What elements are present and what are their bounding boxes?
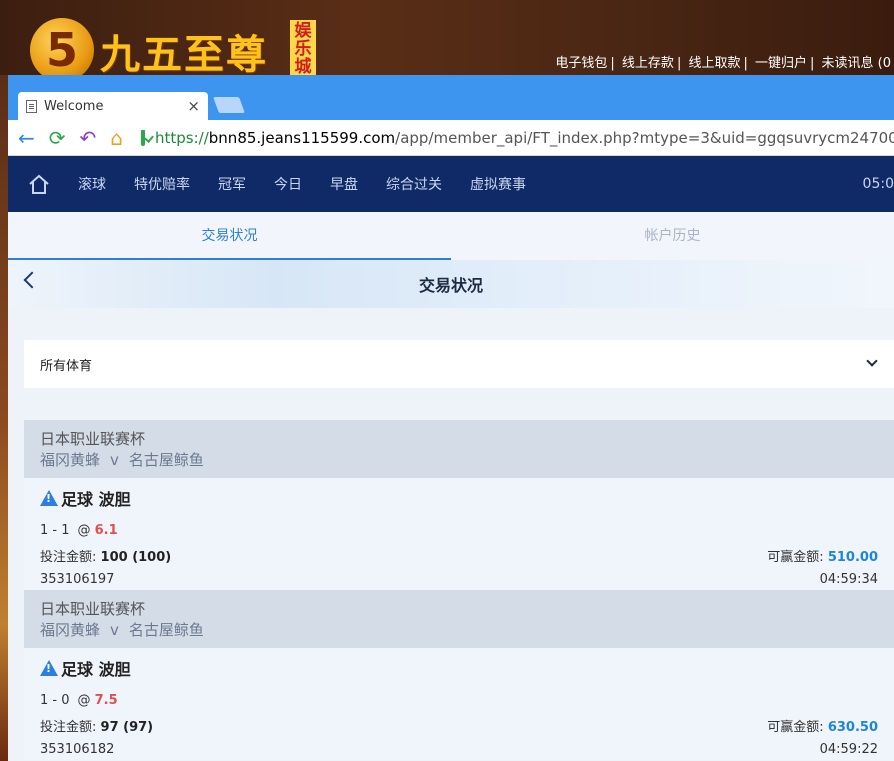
bet-meta: 353106182 04:59:22 — [40, 742, 878, 757]
bet-time: 04:59:34 — [819, 572, 878, 587]
new-tab-button[interactable] — [213, 97, 245, 113]
refresh-icon[interactable]: ⟳ — [49, 128, 66, 148]
site-home-icon[interactable] — [28, 173, 50, 195]
nav-item-champion[interactable]: 冠军 — [218, 174, 246, 194]
page-title: 交易状况 — [418, 276, 483, 295]
browser-tab[interactable]: Welcome × — [18, 92, 208, 120]
bet-pick: 1 - 1 @ 6.1 — [40, 523, 118, 538]
close-tab-icon[interactable]: × — [187, 97, 200, 115]
bet-meta: 353106197 04:59:34 — [40, 572, 878, 587]
undo-icon[interactable]: ↶ — [80, 128, 97, 148]
top-link-messages[interactable]: 未读讯息 (0 — [819, 56, 894, 71]
bet-details: 足球 波胆 1 - 0@ 7.5 投注金额: 97 (97) 可赢金额: 630… — [24, 648, 894, 760]
match-teams: 福冈黄蜂 v 名古屋鲸鱼 — [40, 621, 204, 639]
stake-amount: 100 (100) — [100, 550, 172, 565]
security-shield-icon[interactable] — [141, 129, 145, 146]
content-area: 所有体育 日本职业联赛杯 福冈黄蜂v名古屋鲸鱼 足球 波胆 1 - 1@ 6.1… — [8, 308, 894, 760]
win-amount: 510.00 — [827, 550, 878, 565]
ticket-number: 353106182 — [40, 742, 115, 757]
win-amount: 630.50 — [827, 720, 878, 735]
tab-account-history[interactable]: 帐户历史 — [451, 212, 894, 260]
league-name: 日本职业联赛杯 — [40, 600, 146, 618]
bet-type: 足球 波胆 — [40, 656, 878, 680]
site-logo-text: 九五至尊 — [100, 31, 268, 78]
nav-item-today[interactable]: 今日 — [274, 174, 302, 194]
stake-amount: 97 (97) — [100, 720, 154, 735]
site-logo-icon: 5 — [30, 18, 94, 82]
tab-transaction-status[interactable]: 交易状况 — [8, 212, 451, 260]
warning-icon — [40, 490, 58, 506]
site-logo-tag: 娱乐城 — [290, 20, 316, 76]
sport-filter-select[interactable]: 所有体育 — [24, 340, 894, 388]
bet-header: 日本职业联赛杯 福冈黄蜂 v 名古屋鲸鱼 — [24, 420, 894, 478]
site-nav: 滚球 特优赔率 冠军 今日 早盘 综合过关 虚拟赛事 05:0 — [8, 156, 894, 212]
bet-card: 日本职业联赛杯 福冈黄蜂v名古屋鲸鱼 足球 波胆 1 - 0@ 7.5 投注金额… — [24, 590, 894, 760]
url-field[interactable]: https://bnn85.jeans115599.com/app/member… — [155, 129, 894, 147]
chevron-left-icon[interactable] — [23, 271, 41, 289]
document-icon — [26, 99, 37, 113]
nav-item-parlay[interactable]: 综合过关 — [386, 174, 442, 194]
bet-card: 日本职业联赛杯 福冈黄蜂v名古屋鲸鱼 足球 波胆 1 - 1@ 6.1 投注金额… — [24, 420, 894, 590]
nav-item-best-odds[interactable]: 特优赔率 — [134, 174, 190, 194]
chevron-down-icon — [866, 355, 878, 367]
browser-tabbar: Welcome × — [8, 75, 894, 120]
ticket-number: 353106197 — [40, 572, 115, 587]
bet-type: 足球 波胆 — [40, 486, 878, 510]
bet-time: 04:59:22 — [819, 742, 878, 757]
back-arrow-icon[interactable]: ← — [18, 128, 35, 148]
bet-details: 足球 波胆 1 - 1@ 6.1 投注金额: 100 (100) 可赢金额: 5… — [24, 478, 894, 590]
match-teams: 福冈黄蜂 v 名古屋鲸鱼 — [40, 451, 204, 469]
league-name: 日本职业联赛杯 — [40, 430, 146, 448]
nav-clock: 05:0 — [862, 176, 894, 192]
sport-filter-label: 所有体育 — [40, 358, 93, 374]
bet-pick: 1 - 0 @ 7.5 — [40, 693, 118, 708]
bet-odds: 7.5 — [94, 693, 118, 708]
bet-header: 日本职业联赛杯 福冈黄蜂 v 名古屋鲸鱼 — [24, 590, 894, 648]
warning-icon — [40, 660, 58, 676]
top-link-deposit[interactable]: 线上存款 — [619, 56, 677, 71]
nav-item-early[interactable]: 早盘 — [330, 174, 358, 194]
background-edge — [0, 75, 8, 761]
browser-tab-title: Welcome — [44, 98, 104, 114]
bet-amounts: 投注金额: 97 (97) 可赢金额: 630.50 — [40, 720, 878, 735]
home-icon[interactable]: ⌂ — [110, 128, 123, 148]
top-link-wallet[interactable]: 电子钱包 — [552, 56, 610, 71]
bet-amounts: 投注金额: 100 (100) 可赢金额: 510.00 — [40, 550, 878, 565]
subtabs: 交易状况 帐户历史 — [8, 212, 894, 260]
top-links: 电子钱包 | 线上存款 | 线上取款 | 一键归户 | 未读讯息 (0 — [552, 52, 894, 71]
page-header: 交易状况 — [8, 260, 894, 308]
top-link-consolidate[interactable]: 一键归户 — [752, 56, 810, 71]
address-bar: ← ⟳ ↶ ⌂ https://bnn85.jeans115599.com/ap… — [8, 120, 894, 156]
browser-window: Welcome × ← ⟳ ↶ ⌂ https://bnn85.jeans115… — [8, 75, 894, 761]
bet-odds: 6.1 — [94, 523, 118, 538]
nav-item-virtual[interactable]: 虚拟赛事 — [470, 174, 526, 194]
nav-item-live[interactable]: 滚球 — [78, 174, 106, 194]
top-link-withdraw[interactable]: 线上取款 — [685, 56, 743, 71]
